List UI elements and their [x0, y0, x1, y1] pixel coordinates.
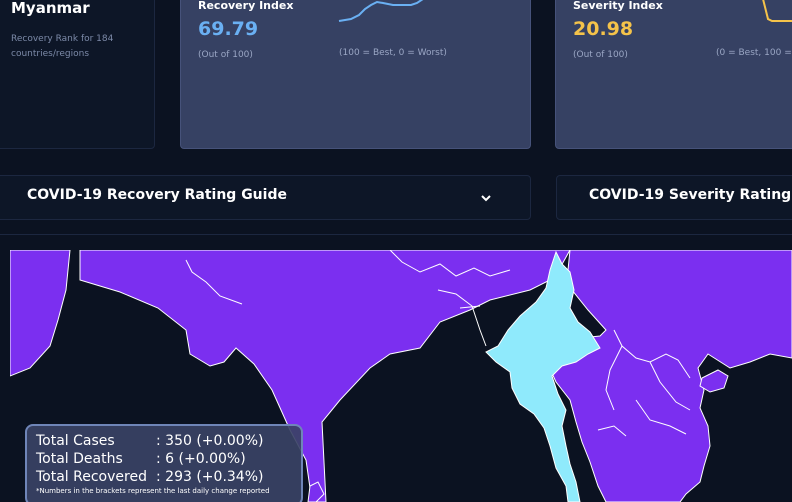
dashboard-page: Myanmar Recovery Rank for 184 countries/…: [0, 0, 792, 502]
recovery-sparkline: [338, 0, 424, 22]
recovery-index-note: (Out of 100): [198, 50, 253, 60]
total-recovered-row: Total Recovered : 293 (+0.34%): [36, 469, 263, 485]
recovery-index-scale: (100 = Best, 0 = Worst): [339, 48, 447, 58]
total-deaths-label: Total Deaths: [36, 451, 123, 467]
total-recovered-label: Total Recovered: [36, 469, 147, 485]
section-divider: [0, 234, 792, 235]
recovery-index-card: Recovery Index 69.79 (Out of 100) (100 =…: [180, 0, 531, 149]
severity-index-card: Severity Index 20.98 (Out of 100) (0 = B…: [555, 0, 792, 149]
recovery-index-title: Recovery Index: [198, 0, 294, 12]
rank-subtitle-line1: Recovery Rank for 184: [11, 34, 114, 44]
severity-index-value: 20.98: [573, 18, 634, 40]
recovery-rating-guide-accordion[interactable]: COVID-19 Recovery Rating Guide: [0, 175, 531, 220]
total-recovered-value: : 293 (+0.34%): [156, 469, 264, 485]
severity-rating-guide-accordion[interactable]: COVID-19 Severity Rating Guid: [556, 175, 792, 220]
severity-index-scale: (0 = Best, 100 = W: [716, 48, 792, 58]
total-deaths-row: Total Deaths : 6 (+0.00%): [36, 451, 246, 467]
stats-footnote: *Numbers in the brackets represent the l…: [36, 487, 270, 495]
chevron-down-icon[interactable]: [480, 192, 492, 204]
total-cases-value: : 350 (+0.00%): [156, 433, 264, 449]
recovery-rating-guide-label: COVID-19 Recovery Rating Guide: [27, 187, 287, 203]
severity-index-title: Severity Index: [573, 0, 663, 12]
severity-index-note: (Out of 100): [573, 50, 628, 60]
recovery-index-value: 69.79: [198, 18, 259, 40]
stats-panel: Total Cases : 350 (+0.00%) Total Deaths …: [25, 424, 303, 502]
total-cases-row: Total Cases : 350 (+0.00%): [36, 433, 263, 449]
total-cases-label: Total Cases: [36, 433, 115, 449]
total-deaths-value: : 6 (+0.00%): [156, 451, 246, 467]
rank-subtitle: Recovery Rank for 184 countries/regions: [11, 32, 131, 62]
severity-sparkline: [762, 0, 792, 22]
rank-subtitle-line2: countries/regions: [11, 49, 90, 59]
severity-rating-guide-label: COVID-19 Severity Rating Guid: [589, 187, 792, 203]
country-name: Myanmar: [11, 0, 90, 17]
rank-card: Myanmar Recovery Rank for 184 countries/…: [0, 0, 155, 149]
